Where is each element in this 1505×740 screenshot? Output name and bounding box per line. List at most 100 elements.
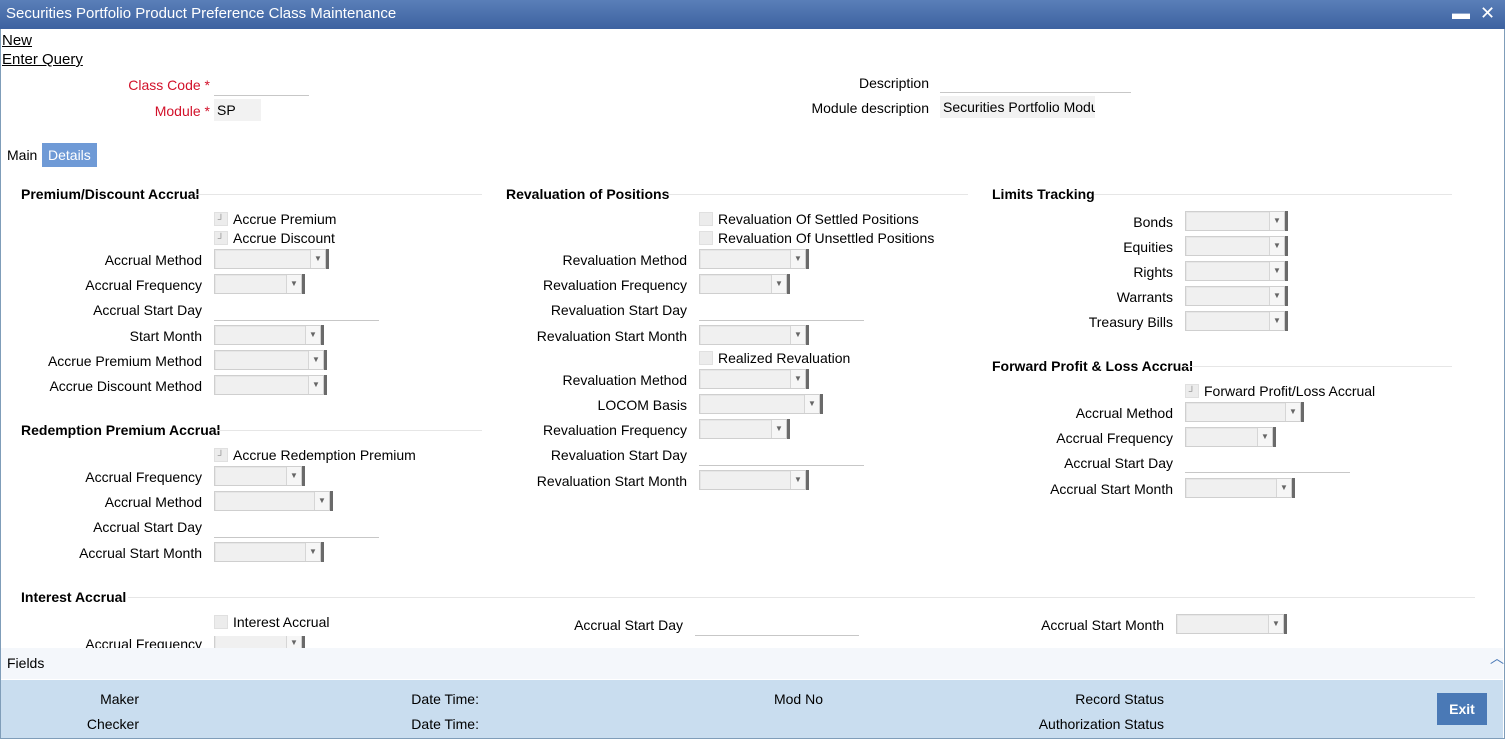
redemption-accrual-frequency-select[interactable]: ▼ bbox=[214, 466, 305, 486]
section-divider bbox=[217, 430, 482, 431]
accrual-start-day-label: Accrual Start Day bbox=[93, 302, 202, 318]
forward-pl-accrual-start-day-input[interactable] bbox=[1185, 452, 1350, 473]
interest-accrual-checkbox[interactable] bbox=[214, 615, 228, 629]
interest-accrual-start-month-select[interactable]: ▼ bbox=[1176, 614, 1287, 634]
interest-accrual-frequency-label: Accrual Frequency bbox=[85, 636, 202, 648]
realized-revaluation-checkbox[interactable] bbox=[699, 351, 713, 365]
realized-revaluation-frequency-select[interactable]: ▼ bbox=[699, 419, 790, 439]
accrue-redemption-premium-checkbox[interactable]: ┘ bbox=[214, 448, 228, 462]
warrants-label: Warrants bbox=[1116, 289, 1173, 305]
rights-select[interactable]: ▼ bbox=[1185, 261, 1288, 281]
accrue-redemption-premium-label: Accrue Redemption Premium bbox=[233, 447, 416, 463]
bonds-label: Bonds bbox=[1133, 214, 1173, 230]
chevron-up-icon[interactable]: ︿ bbox=[1490, 648, 1504, 668]
enter-query-link[interactable]: Enter Query bbox=[2, 51, 83, 68]
realized-revaluation-method-select[interactable]: ▼ bbox=[699, 369, 809, 389]
revaluation-start-day-input[interactable] bbox=[699, 300, 864, 321]
start-month-select[interactable]: ▼ bbox=[214, 325, 324, 345]
revaluation-start-day-label: Revaluation Start Day bbox=[550, 302, 687, 318]
clipped-row: Accrual Frequency ▼ bbox=[0, 636, 1503, 648]
new-link[interactable]: New bbox=[2, 32, 32, 49]
tab-main[interactable]: Main bbox=[1, 143, 43, 167]
interest-accrual-start-day-input[interactable] bbox=[695, 615, 859, 636]
interest-accrual-frequency-select[interactable]: ▼ bbox=[214, 636, 305, 648]
forward-pl-accrual-method-select[interactable]: ▼ bbox=[1185, 402, 1304, 422]
treasury-bills-label: Treasury Bills bbox=[1088, 314, 1173, 330]
window-title-bar: Securities Portfolio Product Preference … bbox=[0, 0, 1505, 29]
accrual-method-select[interactable]: ▼ bbox=[214, 249, 329, 269]
interest-accrual-start-month-label: Accrual Start Month bbox=[1041, 617, 1164, 633]
checker-label: Checker bbox=[86, 716, 139, 732]
forward-pl-accrual-frequency-select[interactable]: ▼ bbox=[1185, 427, 1276, 447]
accrue-discount-checkbox[interactable]: ┘ bbox=[214, 231, 228, 245]
revaluation-method-select[interactable]: ▼ bbox=[699, 249, 809, 269]
accrue-premium-method-select[interactable]: ▼ bbox=[214, 350, 327, 370]
module-description-input[interactable]: Securities Portfolio Modul bbox=[940, 96, 1095, 118]
locom-basis-label: LOCOM Basis bbox=[597, 397, 687, 413]
fields-bar: Fields ︿ bbox=[1, 648, 1504, 679]
warrants-select[interactable]: ▼ bbox=[1185, 286, 1288, 306]
accrue-premium-label: Accrue Premium bbox=[233, 211, 337, 227]
module-label: Module * bbox=[154, 103, 210, 119]
revaluation-frequency-label: Revaluation Frequency bbox=[543, 277, 687, 293]
redemption-accrual-method-select[interactable]: ▼ bbox=[214, 491, 333, 511]
redemption-accrual-start-month-label: Accrual Start Month bbox=[79, 545, 202, 561]
revaluation-settled-label: Revaluation Of Settled Positions bbox=[718, 211, 919, 227]
revaluation-start-month-select[interactable]: ▼ bbox=[699, 325, 809, 345]
module-description-label: Module description bbox=[811, 100, 929, 116]
bonds-select[interactable]: ▼ bbox=[1185, 211, 1288, 231]
treasury-bills-select[interactable]: ▼ bbox=[1185, 311, 1288, 331]
accrual-start-day-input[interactable] bbox=[214, 300, 379, 321]
section-divider bbox=[1186, 366, 1452, 367]
close-icon[interactable]: ✕ bbox=[1480, 3, 1495, 24]
revaluation-frequency-select[interactable]: ▼ bbox=[699, 274, 790, 294]
start-month-label: Start Month bbox=[129, 328, 202, 344]
redemption-accrual-method-label: Accrual Method bbox=[104, 494, 202, 510]
module-input[interactable]: SP bbox=[214, 99, 261, 121]
class-code-input[interactable] bbox=[214, 75, 309, 96]
forward-pl-accrual-start-month-label: Accrual Start Month bbox=[1050, 481, 1173, 497]
accrual-frequency-select[interactable]: ▼ bbox=[214, 274, 305, 294]
accrue-discount-method-label: Accrue Discount Method bbox=[49, 378, 202, 394]
description-label: Description bbox=[858, 75, 929, 91]
accrue-premium-checkbox[interactable]: ┘ bbox=[214, 212, 228, 226]
authorization-status-label: Authorization Status bbox=[1038, 716, 1164, 732]
redemption-accrual-start-day-input[interactable] bbox=[214, 517, 379, 538]
record-status-label: Record Status bbox=[1075, 691, 1164, 707]
redemption-accrual-start-day-label: Accrual Start Day bbox=[93, 519, 202, 535]
section-divider bbox=[195, 194, 482, 195]
redemption-accrual-frequency-label: Accrual Frequency bbox=[85, 469, 202, 485]
equities-select[interactable]: ▼ bbox=[1185, 236, 1288, 256]
section-divider bbox=[1094, 194, 1452, 195]
section-divider bbox=[128, 597, 1475, 598]
maker-date-time-label: Date Time: bbox=[411, 691, 479, 707]
limits-tracking-section-title: Limits Tracking bbox=[992, 186, 1095, 202]
revaluation-settled-checkbox[interactable] bbox=[699, 212, 713, 226]
accrual-frequency-label: Accrual Frequency bbox=[85, 277, 202, 293]
revaluation-start-month-label: Revaluation Start Month bbox=[536, 328, 687, 344]
accrue-discount-method-select[interactable]: ▼ bbox=[214, 375, 327, 395]
interest-accrual-section-title: Interest Accrual bbox=[21, 589, 127, 605]
realized-revaluation-start-day-input[interactable] bbox=[699, 445, 864, 466]
exit-button[interactable]: Exit bbox=[1437, 693, 1487, 725]
maker-label: Maker bbox=[100, 691, 139, 707]
revaluation-unsettled-checkbox[interactable] bbox=[699, 231, 713, 245]
redemption-section-title: Redemption Premium Accrual bbox=[21, 422, 221, 438]
revaluation-section-title: Revaluation of Positions bbox=[506, 186, 670, 202]
audit-bar: Maker Checker Date Time: Date Time: Mod … bbox=[1, 680, 1503, 738]
minimize-icon[interactable]: ▬ bbox=[1452, 3, 1470, 24]
realized-revaluation-start-month-select[interactable]: ▼ bbox=[699, 470, 809, 490]
description-input[interactable] bbox=[940, 72, 1131, 93]
forward-pl-section-title: Forward Profit & Loss Accrual bbox=[992, 358, 1193, 374]
forward-pl-accrual-start-month-select[interactable]: ▼ bbox=[1185, 478, 1295, 498]
tab-details[interactable]: Details bbox=[42, 143, 97, 167]
redemption-accrual-start-month-select[interactable]: ▼ bbox=[214, 542, 324, 562]
window-title: Securities Portfolio Product Preference … bbox=[6, 5, 397, 22]
fields-link[interactable]: Fields bbox=[7, 655, 44, 671]
section-divider bbox=[666, 194, 968, 195]
locom-basis-select[interactable]: ▼ bbox=[699, 394, 823, 414]
interest-accrual-start-day-label: Accrual Start Day bbox=[574, 617, 683, 633]
realized-revaluation-start-day-label: Revaluation Start Day bbox=[550, 447, 687, 463]
forward-pl-checkbox[interactable]: ┘ bbox=[1185, 384, 1199, 398]
realized-revaluation-method-label: Revaluation Method bbox=[562, 372, 687, 388]
